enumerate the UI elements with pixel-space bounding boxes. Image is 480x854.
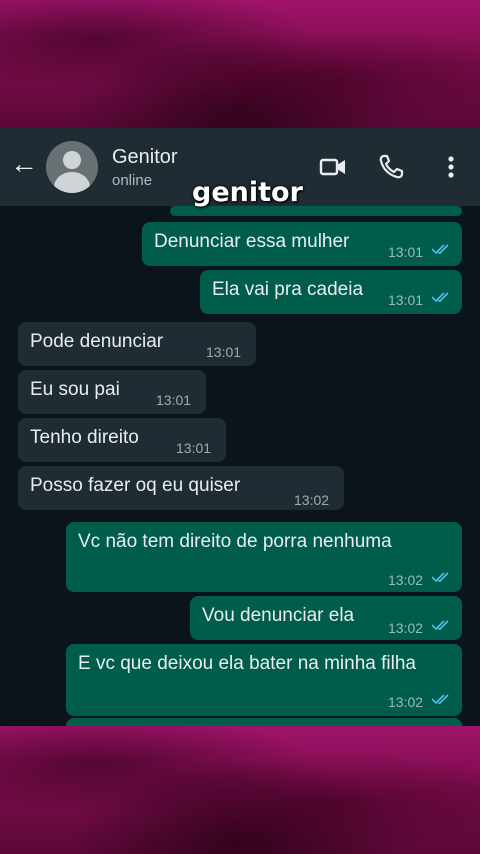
double-check-read-icon xyxy=(431,292,449,303)
more-vert-icon[interactable] xyxy=(436,152,466,182)
contact-status: online xyxy=(112,172,153,189)
double-check-read-icon xyxy=(431,244,449,255)
background-texture-top xyxy=(0,0,480,130)
message-text: Eu sou pai xyxy=(30,379,120,400)
message-bubble-outgoing[interactable]: Denunciar essa mulher 13:01 xyxy=(142,222,462,266)
message-bubble-incoming[interactable]: Eu sou pai 13:01 xyxy=(18,370,206,414)
message-time: 13:01 xyxy=(156,392,192,408)
message-bubble-outgoing[interactable]: Ela vai pra cadeia 13:01 xyxy=(200,270,462,314)
message-time: 13:02 xyxy=(294,492,330,508)
message-time: 13:01 xyxy=(388,292,424,308)
message-text: Vc não tem direito de porra nenhuma xyxy=(78,531,392,552)
message-text: Tenho direito xyxy=(30,427,139,448)
message-text: Vou denunciar ela xyxy=(202,605,355,626)
message-text: Posso fazer oq eu quiser xyxy=(30,475,241,496)
phone-icon[interactable] xyxy=(376,152,406,182)
message-bubble-outgoing[interactable]: Vc não tem direito de porra nenhuma 13:0… xyxy=(66,522,462,592)
message-bubble-incoming[interactable]: Pode denunciar 13:01 xyxy=(18,322,256,366)
contact-name[interactable]: Genitor xyxy=(112,146,178,169)
message-time: 13:01 xyxy=(388,244,424,260)
partial-message-bubble xyxy=(66,718,462,726)
message-bubble-outgoing[interactable]: E vc que deixou ela bater na minha filha… xyxy=(66,644,462,716)
message-time: 13:02 xyxy=(388,620,424,636)
arrow-left-icon[interactable]: ← xyxy=(10,150,38,178)
message-text: E vc que deixou ela bater na minha filha xyxy=(78,653,416,674)
avatar[interactable] xyxy=(46,141,98,193)
message-time: 13:01 xyxy=(206,344,242,360)
video-call-icon[interactable] xyxy=(318,152,348,182)
message-bubble-outgoing[interactable]: Vou denunciar ela 13:02 xyxy=(190,596,462,640)
message-text: Denunciar essa mulher xyxy=(154,231,350,252)
double-check-read-icon xyxy=(431,620,449,631)
message-text: Ela vai pra cadeia xyxy=(212,279,364,300)
double-check-read-icon xyxy=(431,694,449,705)
message-bubble-incoming[interactable]: Posso fazer oq eu quiser 13:02 xyxy=(18,466,344,510)
message-time: 13:02 xyxy=(388,694,424,710)
chat-screen: ← Genitor online genitor Denunciar essa … xyxy=(0,128,480,726)
message-text: Pode denunciar xyxy=(30,331,164,352)
message-time: 13:02 xyxy=(388,572,424,588)
background-texture-bottom xyxy=(0,726,480,854)
message-bubble-incoming[interactable]: Tenho direito 13:01 xyxy=(18,418,226,462)
message-time: 13:01 xyxy=(176,440,212,456)
overlay-title: genitor xyxy=(192,177,303,208)
double-check-read-icon xyxy=(431,572,449,583)
